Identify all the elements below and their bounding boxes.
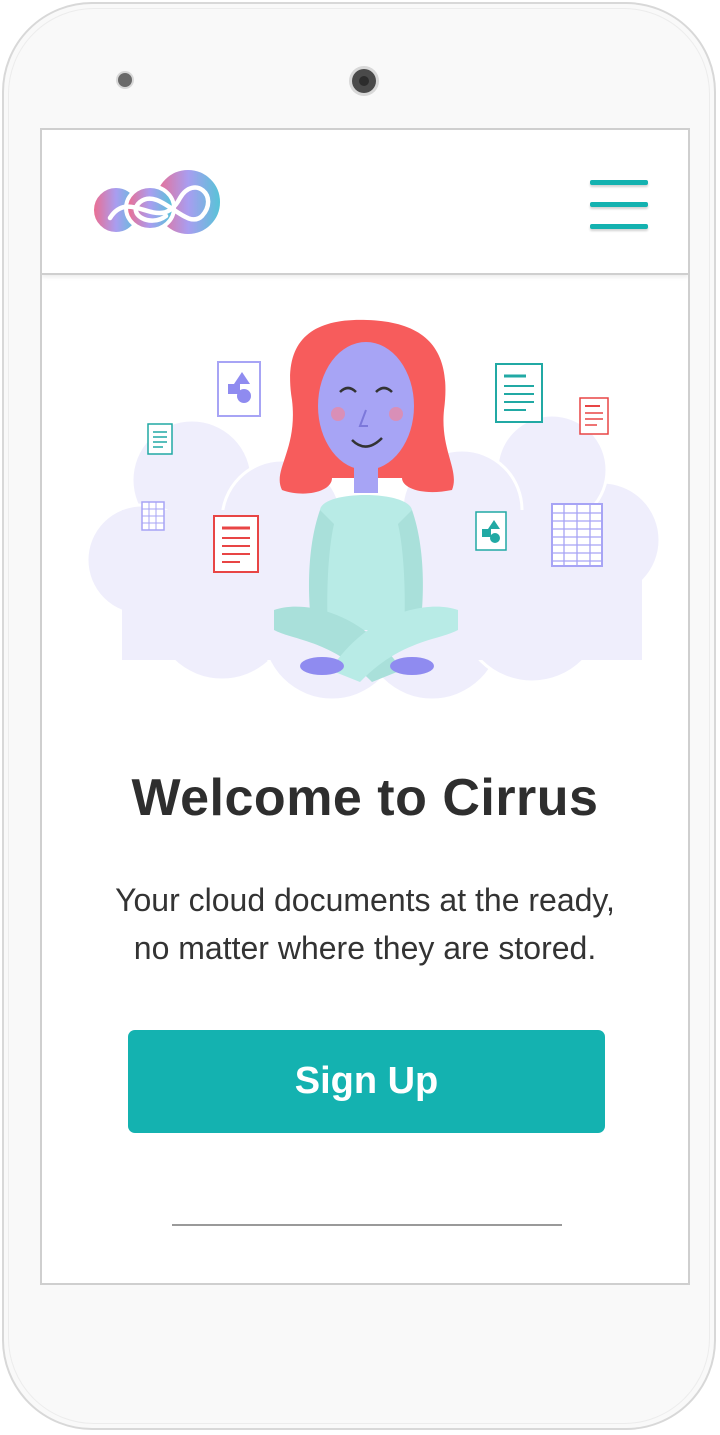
subtitle-line-2: no matter where they are stored. bbox=[133, 930, 597, 966]
document-icon bbox=[579, 397, 609, 435]
subtitle-line-1: Your cloud documents at the ready, bbox=[115, 882, 615, 918]
hamburger-menu-button[interactable] bbox=[588, 178, 652, 232]
proximity-sensor bbox=[118, 73, 132, 87]
document-icon bbox=[147, 423, 173, 455]
app-screen: Welcome to Cirrus Your cloud documents a… bbox=[40, 128, 690, 1285]
sign-up-button[interactable]: Sign Up bbox=[128, 1030, 605, 1133]
menu-bar-icon bbox=[590, 202, 648, 207]
welcome-subtitle: Your cloud documents at the ready, no ma… bbox=[42, 876, 688, 972]
meditation-illustration bbox=[85, 319, 662, 702]
phone-frame: Welcome to Cirrus Your cloud documents a… bbox=[2, 2, 716, 1430]
document-icon bbox=[495, 363, 543, 423]
menu-bar-icon bbox=[590, 180, 648, 185]
menu-bar-icon bbox=[590, 224, 648, 229]
spreadsheet-icon bbox=[551, 503, 603, 567]
cirrus-logo-icon[interactable] bbox=[90, 166, 226, 240]
document-icon bbox=[217, 361, 261, 417]
spreadsheet-icon bbox=[141, 501, 165, 531]
document-icon bbox=[213, 515, 259, 573]
app-header bbox=[42, 130, 688, 275]
document-icon bbox=[475, 511, 507, 551]
bottom-divider bbox=[172, 1224, 562, 1226]
front-camera bbox=[352, 69, 376, 93]
welcome-title: Welcome to Cirrus bbox=[131, 769, 599, 827]
